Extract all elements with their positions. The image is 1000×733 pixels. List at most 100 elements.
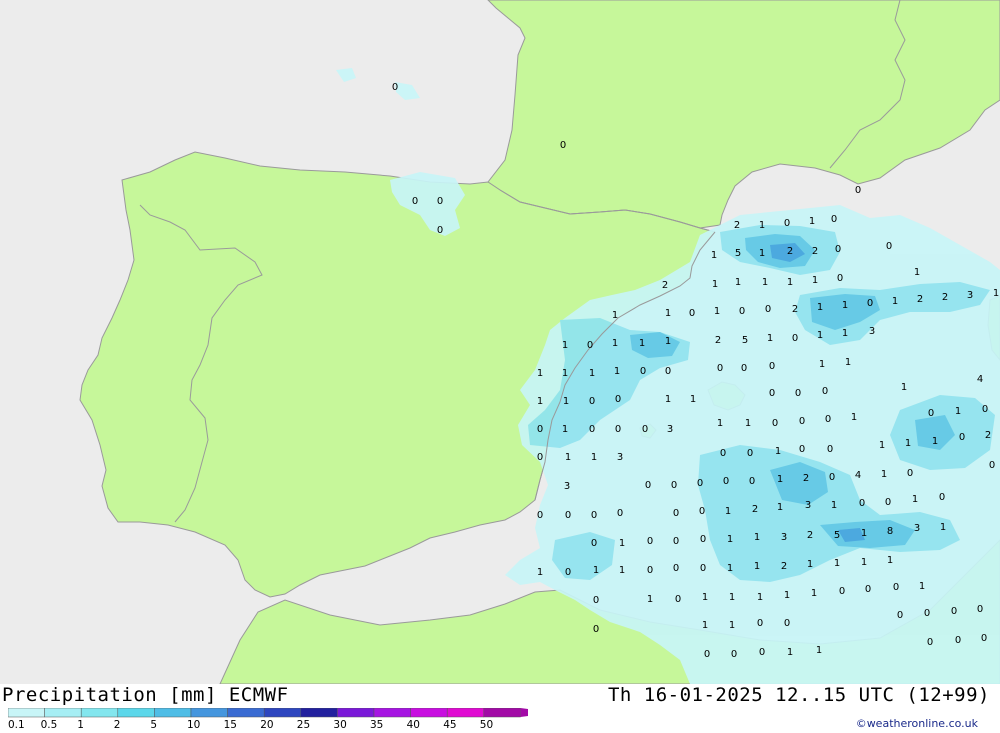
credit-link[interactable]: ©weatheronline.co.uk [856,717,978,730]
precip-value-label: 3 [667,424,673,435]
precip-value-label: 1 [665,308,671,319]
precip-value-label: 1 [711,250,717,261]
precip-value-label: 0 [927,637,933,648]
precip-value-label: 0 [769,361,775,372]
precip-value-label: 0 [720,448,726,459]
legend-swatch [483,708,521,718]
precip-value-label: 0 [885,497,891,508]
precip-value-label: 3 [869,326,875,337]
precip-value-label: 0 [839,586,845,597]
legend-swatch [154,708,192,718]
precip-value-label: 1 [759,248,765,259]
precip-value-label: 1 [562,368,568,379]
precip-value-label: 1 [787,647,793,658]
precip-value-label: 0 [593,595,599,606]
precip-value-label: 0 [560,140,566,151]
precip-value-label: 0 [647,565,653,576]
precip-value-label: 1 [647,594,653,605]
legend-swatch [117,708,155,718]
precip-value-label: 2 [917,294,923,305]
precip-value-label: 1 [901,382,907,393]
precip-value-label: 2 [942,292,948,303]
precip-value-label: 1 [537,368,543,379]
precip-value-label: 0 [591,538,597,549]
legend-label: 30 [333,719,346,730]
precip-value-label: 0 [589,424,595,435]
valid-time: Th 16-01-2025 12..15 UTC (12+99) [607,684,990,706]
precip-value-label: 3 [805,500,811,511]
precip-value-label: 1 [757,592,763,603]
legend-swatch [300,708,338,718]
precip-value-label: 3 [967,290,973,301]
precip-value-label: 8 [887,526,893,537]
precip-value-label: 0 [700,534,706,545]
legend-swatch [446,708,485,718]
color-scale-legend: 0.1 0.5 1 2 5 10 15 20 25 30 35 40 45 50 [8,708,528,730]
legend-label: 0.1 [8,719,25,730]
precip-value-label: 1 [775,446,781,457]
precip-value-label: 1 [879,440,885,451]
precip-value-label: 1 [831,500,837,511]
precip-value-label: 1 [807,559,813,570]
precip-value-label: 5 [834,530,840,541]
precip-value-label: 1 [811,588,817,599]
precip-value-label: 0 [537,424,543,435]
legend-swatch [337,708,375,718]
precip-value-label: 1 [842,300,848,311]
precip-value-label: 0 [591,510,597,521]
precip-value-label: 0 [865,584,871,595]
precip-value-label: 0 [982,404,988,415]
legend-label: 50 [480,719,493,730]
legend-swatch [80,708,119,718]
precip-value-label: 2 [715,335,721,346]
precip-value-label: 1 [816,645,822,656]
legend-label: 35 [370,719,383,730]
precip-value-label: 3 [781,532,787,543]
precip-value-label: 0 [645,480,651,491]
precip-value-label: 0 [437,196,443,207]
precip-value-label: 1 [887,555,893,566]
precip-value-label: 0 [859,498,865,509]
precip-value-label: 1 [690,394,696,405]
precip-value-label: 2 [792,304,798,315]
legend-arrow [520,708,528,717]
precip-value-label: 1 [562,424,568,435]
precip-value-label: 0 [924,608,930,619]
precip-value-label: 0 [837,273,843,284]
precip-value-label: 1 [817,330,823,341]
precip-value-label: 2 [787,246,793,257]
legend-label: 25 [297,719,310,730]
precip-value-label: 0 [673,536,679,547]
precip-value-label: 1 [817,302,823,313]
legend-label: 5 [150,719,157,730]
precip-value-label: 2 [803,473,809,484]
precip-value-label: 1 [619,538,625,549]
precip-value-label: 0 [822,386,828,397]
precip-value-label: 1 [745,418,751,429]
precip-value-label: 0 [617,508,623,519]
precip-value-label: 2 [662,280,668,291]
precip-value-label: 1 [665,394,671,405]
precip-value-label: 3 [617,452,623,463]
precip-value-label: 0 [537,510,543,521]
precip-value-label: 0 [759,647,765,658]
precip-value-label: 1 [565,452,571,463]
precip-value-label: 0 [867,298,873,309]
precip-value-label: 3 [564,481,570,492]
precip-value-label: 0 [907,468,913,479]
precip-value-label: 1 [812,275,818,286]
precip-value-label: 1 [912,494,918,505]
precip-value-label: 0 [642,424,648,435]
precip-value-label: 1 [537,567,543,578]
precip-value-label: 0 [589,396,595,407]
precip-value-label: 0 [977,604,983,615]
precip-value-label: 0 [723,476,729,487]
precip-value-label: 0 [897,610,903,621]
precip-value-label: 0 [765,304,771,315]
precip-value-label: 1 [759,220,765,231]
precip-value-label: 1 [851,412,857,423]
legend-label: 45 [443,719,456,730]
precip-value-label: 0 [955,635,961,646]
precip-value-label: 0 [700,563,706,574]
precip-value-label: 1 [754,532,760,543]
